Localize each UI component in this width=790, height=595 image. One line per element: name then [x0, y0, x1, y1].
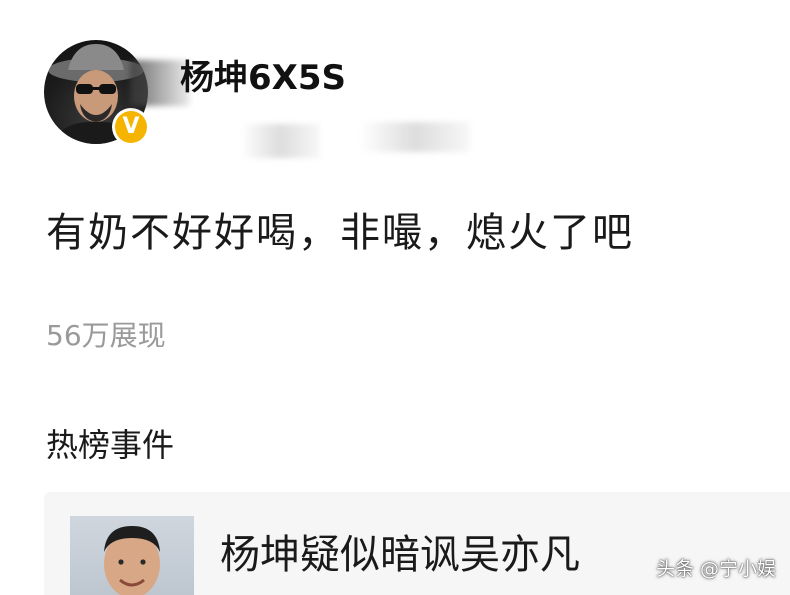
verified-badge-icon: V [112, 108, 150, 146]
author-name[interactable]: 杨坤6X5S [180, 50, 346, 99]
post-screen: V 杨坤6X5S 有奶不好好喝，非嘬，熄火了吧 56万展现 热榜事件 杨坤疑似暗… [0, 0, 790, 595]
view-count: 56万展现 [46, 319, 166, 352]
post-content: 有奶不好好喝，非嘬，熄火了吧 [46, 210, 634, 256]
hot-event-section-title: 热榜事件 [46, 426, 175, 464]
hot-event-thumbnail [70, 516, 194, 595]
blurred-region [240, 124, 320, 158]
watermark: 头条 @宁小娱 [655, 558, 776, 580]
hot-event-title: 杨坤疑似暗讽吴亦凡 [220, 532, 580, 578]
blurred-region [360, 122, 470, 152]
